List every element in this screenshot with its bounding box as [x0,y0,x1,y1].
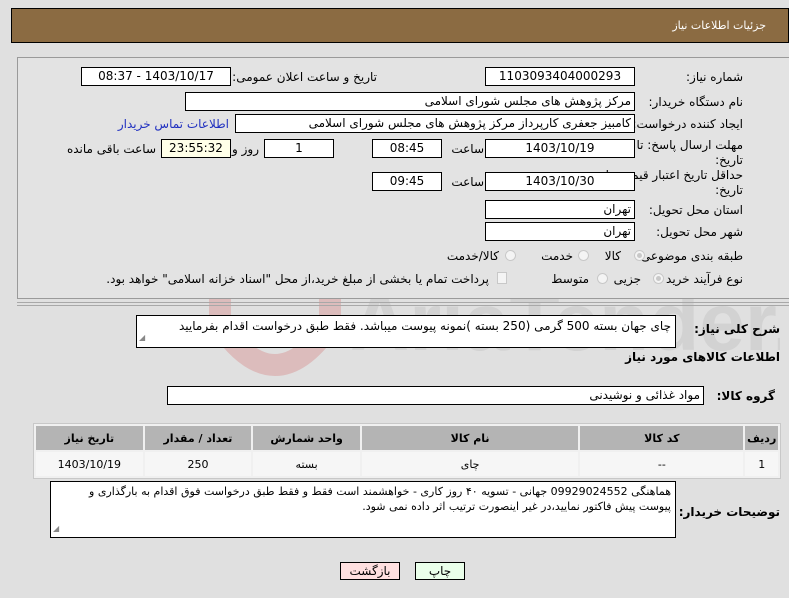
reply-deadline-time: 08:45 [372,139,442,158]
back-button[interactable]: بازگشت [340,562,400,580]
announce-field: 1403/10/17 - 08:37 [81,67,231,86]
divider [17,305,789,306]
category-radio-goods[interactable] [634,250,645,261]
need-number-label: شماره نیاز: [686,70,743,84]
city-label: شهر محل تحویل: [656,225,743,239]
announce-label: تاریخ و ساعت اعلان عمومی: [232,70,377,84]
city-field: تهران [485,222,635,241]
page-title: جزئیات اطلاعات نیاز [672,19,766,32]
summary-text: چای جهان بسته 500 گرمی (250 بسته )نمونه … [179,319,671,333]
category-radio-service[interactable] [578,250,589,261]
cell-date: 1403/10/19 [36,452,143,476]
table-row: 1 -- چای بسته 250 1403/10/19 [36,452,778,476]
summary-label: شرح کلی نیاز: [694,322,780,336]
buyer-notes-label: توضیحات خریدار: [678,505,780,519]
col-unit: واحد شمارش [253,426,360,450]
reply-deadline-label: مهلت ارسال پاسخ: تا تاریخ: [636,138,743,167]
buyer-contact-link[interactable]: اطلاعات تماس خریدار [118,117,229,131]
buyer-org-label: نام دستگاه خریدار: [648,95,744,109]
treasury-note: پرداخت تمام یا بخشی از مبلغ خرید،از محل … [106,272,489,286]
process-radio-medium[interactable] [597,273,608,284]
col-date: تاریخ نیاز [36,426,143,450]
goods-group-field: مواد غذائی و نوشیدنی [167,386,704,405]
remaining-days-field: 1 [264,139,334,158]
province-label: استان محل تحویل: [648,203,743,217]
creator-label: ایجاد کننده درخواست: [632,117,743,131]
goods-table: ردیف کد کالا نام کالا واحد شمارش تعداد /… [33,423,781,479]
treasury-checkbox[interactable] [497,272,507,284]
category-option-service: خدمت [541,249,573,263]
table-header-row: ردیف کد کالا نام کالا واحد شمارش تعداد /… [36,426,778,450]
buyer-notes-text: هماهنگی 09929024552 جهانی - تسویه ۴۰ روز… [89,485,671,513]
category-radio-both[interactable] [505,250,516,261]
cell-row: 1 [745,452,778,476]
price-validity-date: 1403/10/30 [485,172,635,191]
cell-name: چای [361,452,579,476]
goods-group-label: گروه کالا: [716,389,775,403]
col-name: نام کالا [361,426,579,450]
validity-time-label: ساعت [451,175,484,189]
resize-grip-icon[interactable]: ◢ [53,521,59,536]
days-label: روز و [232,142,259,156]
summary-textarea[interactable]: چای جهان بسته 500 گرمی (250 بسته )نمونه … [136,315,676,348]
category-label: طبقه بندی موضوعی: [636,249,743,263]
process-option-medium: متوسط [551,272,589,286]
page-header: جزئیات اطلاعات نیاز [11,8,789,43]
province-field: تهران [485,200,635,219]
divider [17,302,789,303]
cell-unit: بسته [253,452,360,476]
cell-qty: 250 [144,452,252,476]
cell-code: -- [580,452,744,476]
remaining-time-field: 23:55:32 [161,139,231,158]
goods-section-title: اطلاعات کالاهای مورد نیاز [625,350,780,364]
category-option-goods: کالا [604,249,621,263]
resize-grip-icon[interactable]: ◢ [139,330,145,346]
reply-deadline-date: 1403/10/19 [485,139,635,158]
buyer-notes-textarea[interactable]: هماهنگی 09929024552 جهانی - تسویه ۴۰ روز… [50,481,676,538]
process-radio-minor[interactable] [653,273,664,284]
need-number-field: 1103093404000293 [485,67,635,86]
creator-field: کامبیز جعفری کارپرداز مرکز پژوهش های مجل… [235,114,635,133]
buyer-org-field: مرکز پژوهش های مجلس شورای اسلامی [185,92,635,111]
print-button[interactable]: چاپ [415,562,465,580]
price-validity-time: 09:45 [372,172,442,191]
col-row: ردیف [745,426,778,450]
process-type-label: نوع فرآیند خرید : [658,272,743,286]
remaining-label: ساعت باقی مانده [66,142,156,156]
reply-time-label: ساعت [451,142,484,156]
col-code: کد کالا [580,426,744,450]
category-option-both: کالا/خدمت [446,249,499,263]
process-option-minor: جزیی [613,272,641,286]
col-qty: تعداد / مقدار [144,426,252,450]
